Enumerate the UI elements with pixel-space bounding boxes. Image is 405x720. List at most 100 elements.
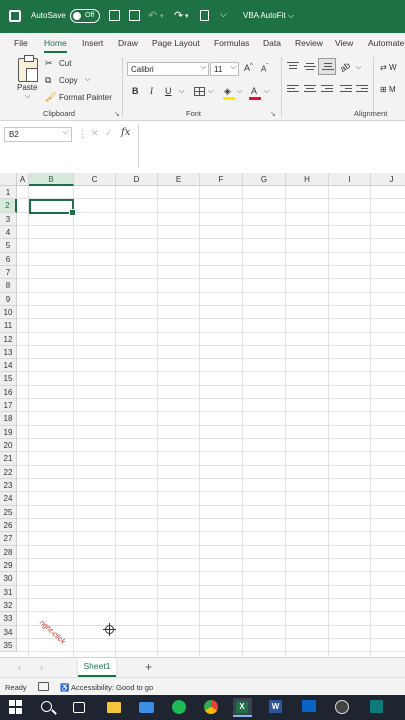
paste-dropdown-icon[interactable]: ⌵ bbox=[25, 93, 30, 101]
row-header-31[interactable]: 31 bbox=[0, 585, 17, 599]
obs-icon[interactable] bbox=[335, 700, 349, 714]
row-header-29[interactable]: 29 bbox=[0, 558, 17, 573]
clipboard-dialog-launcher-icon[interactable]: ↘ bbox=[114, 110, 120, 118]
next-sheet-icon[interactable]: › bbox=[40, 662, 43, 672]
row-header-5[interactable]: 5 bbox=[0, 239, 17, 253]
row-header-20[interactable]: 20 bbox=[0, 439, 17, 453]
underline-button[interactable]: U bbox=[165, 86, 172, 96]
row-header-23[interactable]: 23 bbox=[0, 479, 17, 493]
column-header-f[interactable]: F bbox=[200, 173, 243, 186]
cancel-icon[interactable]: ✕ bbox=[91, 128, 99, 139]
row-header-28[interactable]: 28 bbox=[0, 545, 17, 559]
add-sheet-button[interactable]: + bbox=[145, 660, 152, 674]
row-header-13[interactable]: 13 bbox=[0, 345, 17, 360]
row-header-30[interactable]: 30 bbox=[0, 572, 17, 586]
mail-icon[interactable] bbox=[139, 702, 154, 713]
increase-font-size-icon[interactable]: A^ bbox=[244, 63, 253, 73]
task-view-icon[interactable] bbox=[73, 702, 85, 713]
font-color-button[interactable]: A bbox=[251, 86, 257, 96]
tab-insert[interactable]: Insert bbox=[82, 38, 103, 48]
underline-dropdown-icon[interactable]: ⌵ bbox=[179, 88, 184, 96]
fill-color-icon[interactable]: ◈ bbox=[224, 86, 231, 97]
chrome-icon[interactable] bbox=[204, 700, 218, 714]
top-align-icon[interactable] bbox=[287, 62, 299, 72]
undo-dropdown-icon[interactable]: ▾ bbox=[160, 12, 164, 20]
select-all-corner[interactable] bbox=[0, 173, 17, 186]
macro-recording-icon[interactable] bbox=[38, 682, 49, 691]
align-right-icon[interactable] bbox=[321, 85, 333, 95]
accessibility-status[interactable]: ♿ Accessibility: Good to go bbox=[60, 683, 153, 692]
orientation-icon[interactable]: ab bbox=[338, 60, 352, 74]
tab-home[interactable]: Home bbox=[44, 38, 67, 53]
row-header-34[interactable]: 34 bbox=[0, 625, 17, 639]
spotify-icon[interactable] bbox=[172, 700, 186, 714]
active-cell-b2[interactable] bbox=[29, 199, 76, 216]
align-left-icon[interactable] bbox=[287, 85, 299, 95]
font-size-box[interactable]: 11 ⌵ bbox=[210, 62, 239, 76]
row-header-21[interactable]: 21 bbox=[0, 452, 17, 466]
file-explorer-icon[interactable] bbox=[107, 702, 121, 713]
row-header-7[interactable]: 7 bbox=[0, 265, 17, 280]
font-name-box[interactable]: Calibri ⌵ bbox=[127, 62, 209, 76]
middle-align-icon[interactable] bbox=[304, 63, 316, 73]
column-header-a[interactable]: A bbox=[17, 173, 29, 186]
increase-indent-icon[interactable] bbox=[356, 85, 368, 95]
align-center-icon[interactable] bbox=[304, 85, 316, 95]
row-header-11[interactable]: 11 bbox=[0, 319, 17, 333]
quick-print-icon[interactable] bbox=[129, 10, 140, 21]
paste-icon[interactable] bbox=[18, 55, 38, 82]
row-header-12[interactable]: 12 bbox=[0, 332, 17, 346]
tab-automate[interactable]: Automate bbox=[368, 38, 404, 48]
row-header-22[interactable]: 22 bbox=[0, 465, 17, 480]
italic-button[interactable]: I bbox=[150, 86, 153, 96]
row-header-25[interactable]: 25 bbox=[0, 505, 17, 519]
format-painter-button[interactable]: Format Painter bbox=[59, 93, 112, 102]
sheet-tab-sheet1[interactable]: Sheet1 bbox=[78, 658, 116, 677]
tab-data[interactable]: Data bbox=[263, 38, 281, 48]
redo-dropdown-icon[interactable]: ▾ bbox=[185, 12, 189, 20]
column-header-d[interactable]: D bbox=[116, 173, 158, 186]
document-title[interactable]: VBA AutoFit ⌵ bbox=[243, 11, 294, 21]
bottom-align-button[interactable] bbox=[318, 58, 336, 75]
row-header-6[interactable]: 6 bbox=[0, 252, 17, 266]
column-header-j[interactable]: J bbox=[371, 173, 405, 186]
column-header-i[interactable]: I bbox=[329, 173, 371, 186]
font-color-dropdown-icon[interactable]: ⌵ bbox=[264, 88, 269, 96]
column-header-g[interactable]: G bbox=[243, 173, 286, 186]
excel-taskbar-button[interactable]: X bbox=[233, 698, 252, 717]
fill-color-dropdown-icon[interactable]: ⌵ bbox=[237, 88, 242, 96]
row-header-14[interactable]: 14 bbox=[0, 359, 17, 373]
customize-toolbar-icon[interactable]: ⌵ bbox=[220, 9, 227, 20]
borders-dropdown-icon[interactable]: ⌵ bbox=[208, 88, 213, 96]
tab-view[interactable]: View bbox=[335, 38, 353, 48]
cut-button[interactable]: Cut bbox=[59, 59, 71, 68]
copy-dropdown-icon[interactable]: ⌵ bbox=[85, 76, 90, 84]
insert-function-button[interactable]: fx bbox=[121, 127, 130, 138]
tab-file[interactable]: File bbox=[14, 38, 28, 48]
row-header-9[interactable]: 9 bbox=[0, 292, 17, 306]
column-header-c[interactable]: C bbox=[74, 173, 116, 186]
column-header-b[interactable]: B bbox=[29, 173, 74, 186]
row-header-24[interactable]: 24 bbox=[0, 492, 17, 506]
bold-button[interactable]: B bbox=[132, 86, 139, 96]
save-icon[interactable] bbox=[109, 10, 120, 21]
row-header-19[interactable]: 19 bbox=[0, 425, 17, 440]
terminal-icon[interactable] bbox=[370, 700, 383, 713]
row-header-18[interactable]: 18 bbox=[0, 412, 17, 426]
decrease-font-size-icon[interactable]: Aˇ bbox=[261, 64, 268, 74]
redo-icon[interactable]: ↷ bbox=[174, 9, 183, 22]
row-header-8[interactable]: 8 bbox=[0, 279, 17, 293]
row-header-10[interactable]: 10 bbox=[0, 305, 17, 320]
font-dialog-launcher-icon[interactable]: ↘ bbox=[270, 110, 276, 118]
decrease-indent-icon[interactable] bbox=[340, 85, 352, 95]
tab-page-layout[interactable]: Page Layout bbox=[152, 38, 200, 48]
autosave-toggle[interactable]: Off bbox=[70, 9, 100, 23]
column-header-e[interactable]: E bbox=[158, 173, 200, 186]
row-header-26[interactable]: 26 bbox=[0, 519, 17, 533]
wrap-text-button[interactable]: ⇄ W bbox=[380, 63, 397, 72]
copy-button[interactable]: Copy bbox=[59, 76, 78, 85]
row-header-3[interactable]: 3 bbox=[0, 212, 17, 226]
column-header-h[interactable]: H bbox=[286, 173, 329, 186]
name-box[interactable]: B2 ⌵ bbox=[4, 127, 72, 142]
row-header-32[interactable]: 32 bbox=[0, 598, 17, 613]
